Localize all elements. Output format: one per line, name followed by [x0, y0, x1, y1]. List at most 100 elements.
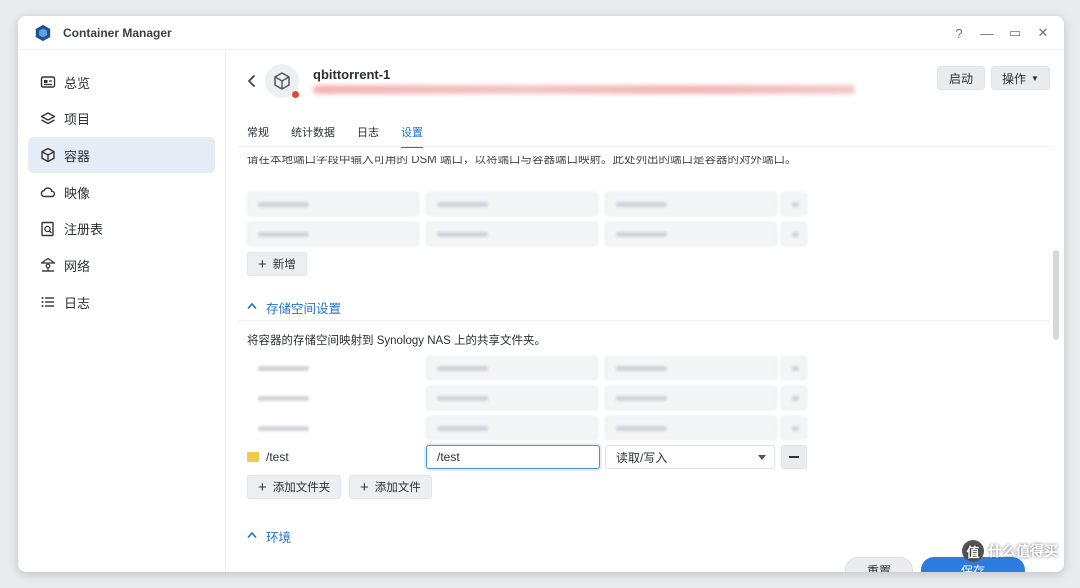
- mode-select[interactable]: [605, 356, 777, 380]
- mode-select[interactable]: [605, 416, 777, 440]
- network-icon: [40, 258, 56, 273]
- local-port-field[interactable]: [247, 192, 419, 216]
- mode-select[interactable]: [605, 386, 777, 410]
- sidebar-item-registry[interactable]: 注册表: [28, 211, 215, 247]
- mode-select-value: 读取/写入: [616, 450, 668, 465]
- redacted-container-info: [313, 85, 855, 94]
- remove-volume-button[interactable]: [781, 445, 807, 469]
- mount-path-field[interactable]: [426, 356, 598, 380]
- list-icon: [41, 297, 54, 308]
- reset-button[interactable]: 重置: [845, 557, 913, 572]
- app-title: Container Manager: [63, 25, 172, 40]
- container-port-field[interactable]: [426, 192, 598, 216]
- sidebar-item-label: 注册表: [64, 222, 104, 238]
- mount-path-input[interactable]: /test: [426, 445, 600, 469]
- sidebar-item-logs[interactable]: 日志: [28, 284, 215, 320]
- add-file-button[interactable]: + 添加文件: [349, 475, 432, 499]
- volume-folder-label: /test: [266, 450, 289, 464]
- sidebar-item-label: 网络: [64, 258, 91, 274]
- sidebar-item-containers[interactable]: 容器: [28, 137, 215, 174]
- container-avatar: [265, 64, 300, 99]
- tab-general[interactable]: 常规: [247, 124, 269, 148]
- plus-icon: +: [258, 478, 267, 496]
- plus-icon: +: [360, 478, 369, 496]
- protocol-select[interactable]: [605, 222, 777, 246]
- sidebar: 总览 项目 容器 映像 注册表 网络 日志: [18, 50, 226, 572]
- remove-volume-button[interactable]: [781, 386, 807, 410]
- layers-icon: [40, 111, 56, 124]
- sidebar-item-network[interactable]: 网络: [28, 247, 215, 283]
- help-icon[interactable]: ?: [952, 26, 966, 41]
- start-button[interactable]: 启动: [937, 66, 985, 90]
- close-icon[interactable]: ✕: [1036, 25, 1050, 41]
- folder-icon: [247, 452, 259, 462]
- sidebar-item-images[interactable]: 映像: [28, 174, 215, 210]
- mount-path-field[interactable]: [426, 386, 598, 410]
- watermark: 值 什么值得买: [962, 540, 1058, 562]
- add-file-label: 添加文件: [374, 482, 421, 494]
- tab-divider: [239, 146, 1052, 147]
- storage-description: 将容器的存储空间映射到 Synology NAS 上的共享文件夹。: [247, 335, 547, 347]
- cube-icon: [274, 72, 290, 90]
- container-name: qbittorrent-1: [313, 67, 391, 82]
- cube-icon: [41, 148, 55, 163]
- action-menu-button[interactable]: 操作 ▼: [991, 66, 1050, 90]
- remove-port-button[interactable]: [781, 192, 807, 216]
- mode-select[interactable]: 读取/写入: [605, 445, 775, 469]
- tab-logs[interactable]: 日志: [357, 124, 379, 148]
- add-port-label: 新增: [272, 259, 296, 271]
- protocol-select[interactable]: [605, 192, 777, 216]
- local-port-field[interactable]: [247, 222, 419, 246]
- add-port-button[interactable]: + 新增: [247, 252, 307, 276]
- sidebar-item-label: 容器: [64, 148, 91, 164]
- section-divider: [239, 320, 1049, 321]
- app-window: Container Manager ? — ▭ ✕ 总览 项目 容器 映像 注册…: [18, 16, 1064, 572]
- tab-statistics[interactable]: 统计数据: [291, 124, 335, 148]
- volume-folder-test[interactable]: /test: [247, 450, 289, 464]
- sidebar-item-projects[interactable]: 项目: [28, 101, 215, 137]
- mount-path-field[interactable]: [426, 416, 598, 440]
- back-button[interactable]: [245, 72, 259, 90]
- container-header: qbittorrent-1 启动 操作 ▼: [227, 50, 1064, 112]
- overview-icon: [40, 76, 56, 88]
- storage-section-header[interactable]: 存储空间设置: [247, 298, 341, 317]
- storage-section-title: 存储空间设置: [266, 302, 342, 316]
- main-panel: qbittorrent-1 启动 操作 ▼ 常规 统计数据 日志 设置 请在本地…: [227, 50, 1064, 572]
- environment-section-title: 环境: [266, 531, 292, 544]
- status-indicator: [291, 90, 300, 99]
- volume-folder[interactable]: [247, 416, 419, 440]
- window-controls: ? — ▭ ✕: [952, 16, 1050, 50]
- cloud-icon: [40, 187, 56, 198]
- maximize-icon[interactable]: ▭: [1008, 25, 1022, 41]
- sidebar-item-overview[interactable]: 总览: [28, 64, 215, 100]
- minus-icon: [789, 456, 799, 458]
- chevron-left-icon: [248, 75, 255, 87]
- tab-settings[interactable]: 设置: [401, 124, 423, 148]
- remove-port-button[interactable]: [781, 222, 807, 246]
- caret-down-icon: ▼: [1031, 73, 1039, 83]
- sidebar-item-label: 项目: [64, 112, 91, 128]
- port-description: 请在本地端口字段中输入可用的 DSM 端口，以将端口与容器端口映射。此处列出的端…: [247, 156, 797, 164]
- sidebar-item-label: 总览: [64, 75, 91, 91]
- settings-content: 请在本地端口字段中输入可用的 DSM 端口，以将端口与容器端口映射。此处列出的端…: [227, 150, 1049, 544]
- scrollbar-thumb[interactable]: [1053, 250, 1059, 340]
- chevron-up-icon: [247, 531, 257, 542]
- remove-volume-button[interactable]: [781, 356, 807, 380]
- volume-folder[interactable]: [247, 356, 419, 380]
- environment-section-header[interactable]: 环境: [247, 527, 291, 544]
- remove-volume-button[interactable]: [781, 416, 807, 440]
- add-folder-label: 添加文件夹: [272, 482, 331, 494]
- title-bar: Container Manager ? — ▭ ✕: [18, 16, 1064, 50]
- add-folder-button[interactable]: + 添加文件夹: [247, 475, 342, 499]
- container-manager-logo-icon: [35, 24, 51, 41]
- volume-folder[interactable]: [247, 386, 419, 410]
- chevron-up-icon: [247, 302, 257, 313]
- caret-down-icon: [758, 455, 766, 460]
- sidebar-item-label: 映像: [64, 185, 91, 201]
- tab-bar: 常规 统计数据 日志 设置: [247, 124, 423, 148]
- container-port-field[interactable]: [426, 222, 598, 246]
- plus-icon: +: [258, 255, 267, 273]
- sidebar-item-label: 日志: [64, 295, 91, 311]
- minimize-icon[interactable]: —: [980, 26, 994, 41]
- watermark-badge: 值: [962, 540, 984, 562]
